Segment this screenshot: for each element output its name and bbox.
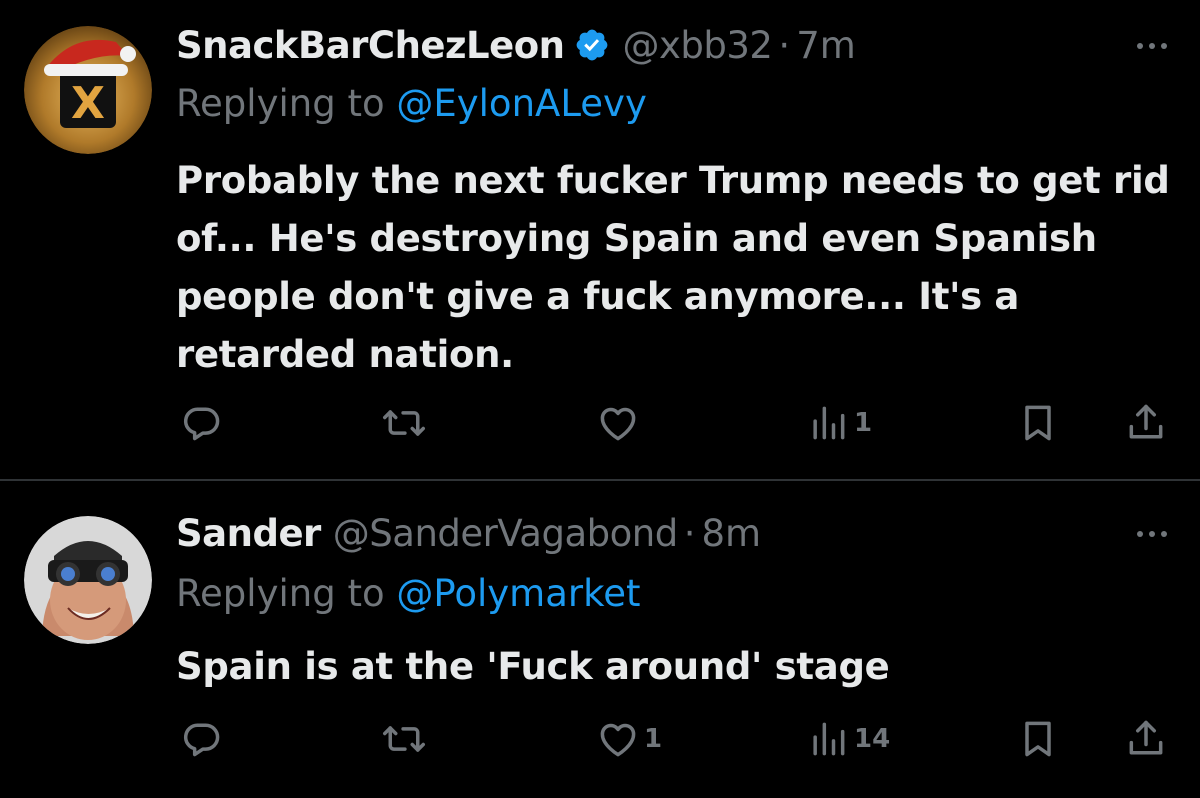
views-button[interactable]: 14	[806, 714, 890, 764]
replying-to-label: Replying to	[176, 572, 385, 615]
reply-target-link[interactable]: @Polymarket	[396, 572, 640, 615]
tweet[interactable]: Sander @SanderVagabond · 8m Replying to …	[0, 0, 1200, 798]
bookmark-icon	[1025, 721, 1051, 757]
timestamp[interactable]: 8m	[701, 512, 761, 555]
retweet-button[interactable]	[382, 714, 430, 764]
tweet-header: Sander @SanderVagabond · 8m	[176, 508, 761, 558]
share-icon	[1129, 720, 1163, 755]
replying-to: Replying to @Polymarket	[176, 572, 641, 615]
avatar[interactable]	[24, 516, 152, 644]
action-bar: 1 14	[0, 714, 1200, 764]
like-button[interactable]: 1	[596, 714, 662, 764]
night-vision-goggles-avatar	[24, 516, 152, 644]
reply-button[interactable]	[180, 714, 228, 764]
views-chart-icon	[813, 722, 845, 756]
display-name[interactable]: Sander	[176, 512, 321, 555]
views-count: 14	[854, 724, 891, 754]
like-count: 1	[644, 724, 663, 754]
heart-icon	[600, 723, 636, 757]
handle[interactable]: @SanderVagabond	[333, 512, 678, 555]
bookmark-button[interactable]	[1016, 714, 1060, 764]
retweet-icon	[383, 726, 425, 752]
more-options-icon[interactable]	[1132, 524, 1172, 544]
tweet-text: Spain is at the 'Fuck around' stage	[176, 645, 890, 688]
reply-icon	[184, 723, 220, 757]
separator-dot: ·	[683, 511, 696, 555]
share-button[interactable]	[1124, 714, 1168, 764]
